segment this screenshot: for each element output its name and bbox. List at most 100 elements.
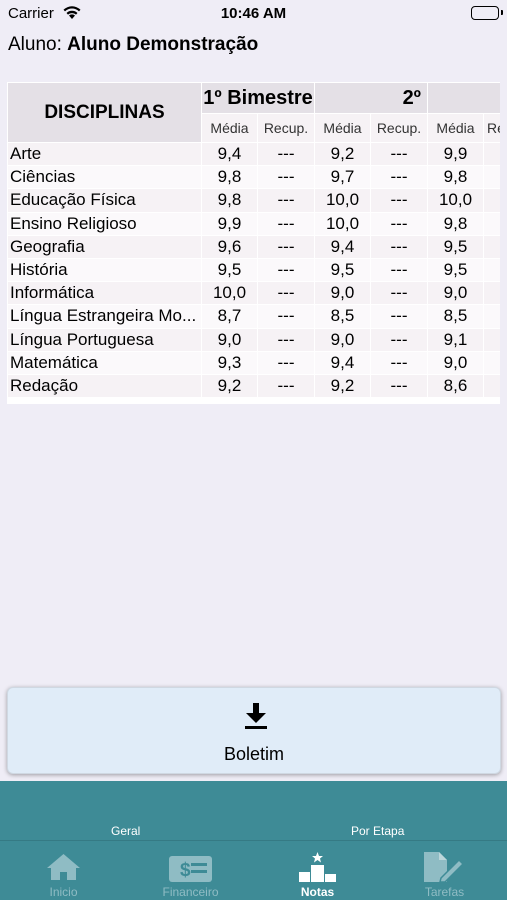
grade-cell: --- xyxy=(370,257,428,283)
table-row: Arte 9,4 --- 9,2 --- 9,9 xyxy=(7,141,500,167)
grade-cell: 9,8 xyxy=(427,165,484,190)
column-header-recup: Re xyxy=(483,113,500,143)
grade-cell xyxy=(483,257,500,283)
subject-name: Educação Física xyxy=(7,188,202,213)
grade-cell: 9,0 xyxy=(314,327,371,352)
table-row: Educação Física 9,8 --- 10,0 --- 10,0 xyxy=(7,188,500,213)
clock: 10:46 AM xyxy=(220,5,287,22)
tab-inicio[interactable]: Inicio xyxy=(0,841,127,900)
grade-cell: 10,0 xyxy=(201,281,258,306)
grade-cell: 9,0 xyxy=(427,350,484,375)
segment-por-etapa[interactable]: Por Etapa xyxy=(351,824,404,838)
column-header-media: Média xyxy=(201,113,258,143)
table-row: Redação 9,2 --- 9,2 --- 8,6 xyxy=(7,373,500,399)
stage-header-1: 1º Bimestre xyxy=(201,82,315,114)
tab-notas-label: Notas xyxy=(300,885,335,899)
grade-cell: --- xyxy=(370,234,428,259)
battery-icon xyxy=(471,6,503,20)
grade-cell xyxy=(483,350,500,375)
subjects-header: DISCIPLINAS xyxy=(7,82,202,143)
ranking-icon xyxy=(254,848,381,882)
subject-name: Informática xyxy=(7,281,202,306)
grade-cell: --- xyxy=(257,327,315,352)
grade-cell: --- xyxy=(370,188,428,213)
grade-cell: 9,9 xyxy=(201,211,258,236)
student-label: Aluno: xyxy=(8,34,62,55)
grade-cell: 9,4 xyxy=(314,350,371,375)
grade-cell: --- xyxy=(257,188,315,213)
stage-header-3: 3º xyxy=(427,82,500,114)
tab-inicio-label: Inicio xyxy=(49,885,78,899)
column-header-media: Média xyxy=(427,113,484,143)
table-row: Informática 10,0 --- 9,0 --- 9,0 xyxy=(7,281,500,306)
student-header: Aluno: Aluno Demonstração xyxy=(8,34,258,56)
tab-tarefas[interactable]: Tarefas xyxy=(381,841,507,900)
grade-cell: --- xyxy=(370,141,428,167)
stage-header-2: 2º xyxy=(314,82,428,114)
grade-cell: 9,0 xyxy=(201,327,258,352)
grade-cell: 9,0 xyxy=(427,281,484,306)
grade-cell: --- xyxy=(370,373,428,399)
grade-cell xyxy=(483,304,500,329)
segment-geral[interactable]: Geral xyxy=(111,824,140,838)
grade-cell: --- xyxy=(370,281,428,306)
subject-name: Ensino Religioso xyxy=(7,211,202,236)
grade-cell xyxy=(483,211,500,236)
grade-cell: 9,1 xyxy=(427,327,484,352)
view-segmented-control: Geral Por Etapa xyxy=(0,781,507,840)
grades-grid[interactable]: DISCIPLINAS 1º Bimestre 2º 3º Média Recu… xyxy=(7,82,500,404)
report-card-label: Boletim xyxy=(223,744,285,764)
tab-tarefas-label: Tarefas xyxy=(424,885,465,899)
grade-cell: --- xyxy=(370,350,428,375)
grade-cell: 9,8 xyxy=(427,211,484,236)
grade-cell: --- xyxy=(257,373,315,399)
grade-cell: --- xyxy=(370,165,428,190)
grade-cell: --- xyxy=(257,281,315,306)
grade-cell: 8,6 xyxy=(427,373,484,399)
grade-cell: 9,2 xyxy=(314,373,371,399)
grade-cell: 10,0 xyxy=(314,211,371,236)
grade-cell: --- xyxy=(370,211,428,236)
status-bar: Carrier 10:46 AM xyxy=(0,0,507,30)
svg-text:$: $ xyxy=(180,860,191,881)
report-card-button[interactable]: Boletim xyxy=(7,687,501,774)
grade-cell: 9,5 xyxy=(427,257,484,283)
grade-cell: --- xyxy=(257,350,315,375)
tab-financeiro[interactable]: $ Financeiro xyxy=(127,841,254,900)
subject-name: Matemática xyxy=(7,350,202,375)
table-row: Língua Estrangeira Mo... 8,7 --- 8,5 --- 8,5 xyxy=(7,304,500,329)
grade-cell: 9,4 xyxy=(201,141,258,167)
subject-name: Geografia xyxy=(7,234,202,259)
grade-cell: --- xyxy=(370,304,428,329)
download-icon xyxy=(243,702,269,735)
grade-cell: 9,3 xyxy=(201,350,258,375)
grade-cell xyxy=(483,165,500,190)
grade-cell xyxy=(483,188,500,213)
grade-cell xyxy=(483,281,500,306)
subject-name: Redação xyxy=(7,373,202,399)
tab-notas[interactable]: Notas xyxy=(254,841,381,900)
grade-cell: --- xyxy=(370,327,428,352)
subject-name: Ciências xyxy=(7,165,202,190)
grade-cell: 9,8 xyxy=(201,165,258,190)
grade-cell xyxy=(483,327,500,352)
grade-cell: 9,4 xyxy=(314,234,371,259)
grade-cell: --- xyxy=(257,141,315,167)
grade-cell: 8,5 xyxy=(427,304,484,329)
grade-cell: --- xyxy=(257,165,315,190)
grade-cell xyxy=(483,141,500,167)
grade-cell: 9,7 xyxy=(314,165,371,190)
column-header-media: Média xyxy=(314,113,371,143)
grade-cell: 9,8 xyxy=(201,188,258,213)
grade-cell: --- xyxy=(257,304,315,329)
grade-cell: 9,5 xyxy=(201,257,258,283)
grade-cell: 9,9 xyxy=(427,141,484,167)
grade-cell: 9,5 xyxy=(427,234,484,259)
money-icon: $ xyxy=(127,848,254,882)
grade-cell: 9,2 xyxy=(201,373,258,399)
grade-cell: 8,5 xyxy=(314,304,371,329)
subject-name: Língua Estrangeira Mo... xyxy=(7,304,202,329)
grade-cell xyxy=(483,234,500,259)
grade-cell: --- xyxy=(257,234,315,259)
grade-cell: 9,5 xyxy=(314,257,371,283)
